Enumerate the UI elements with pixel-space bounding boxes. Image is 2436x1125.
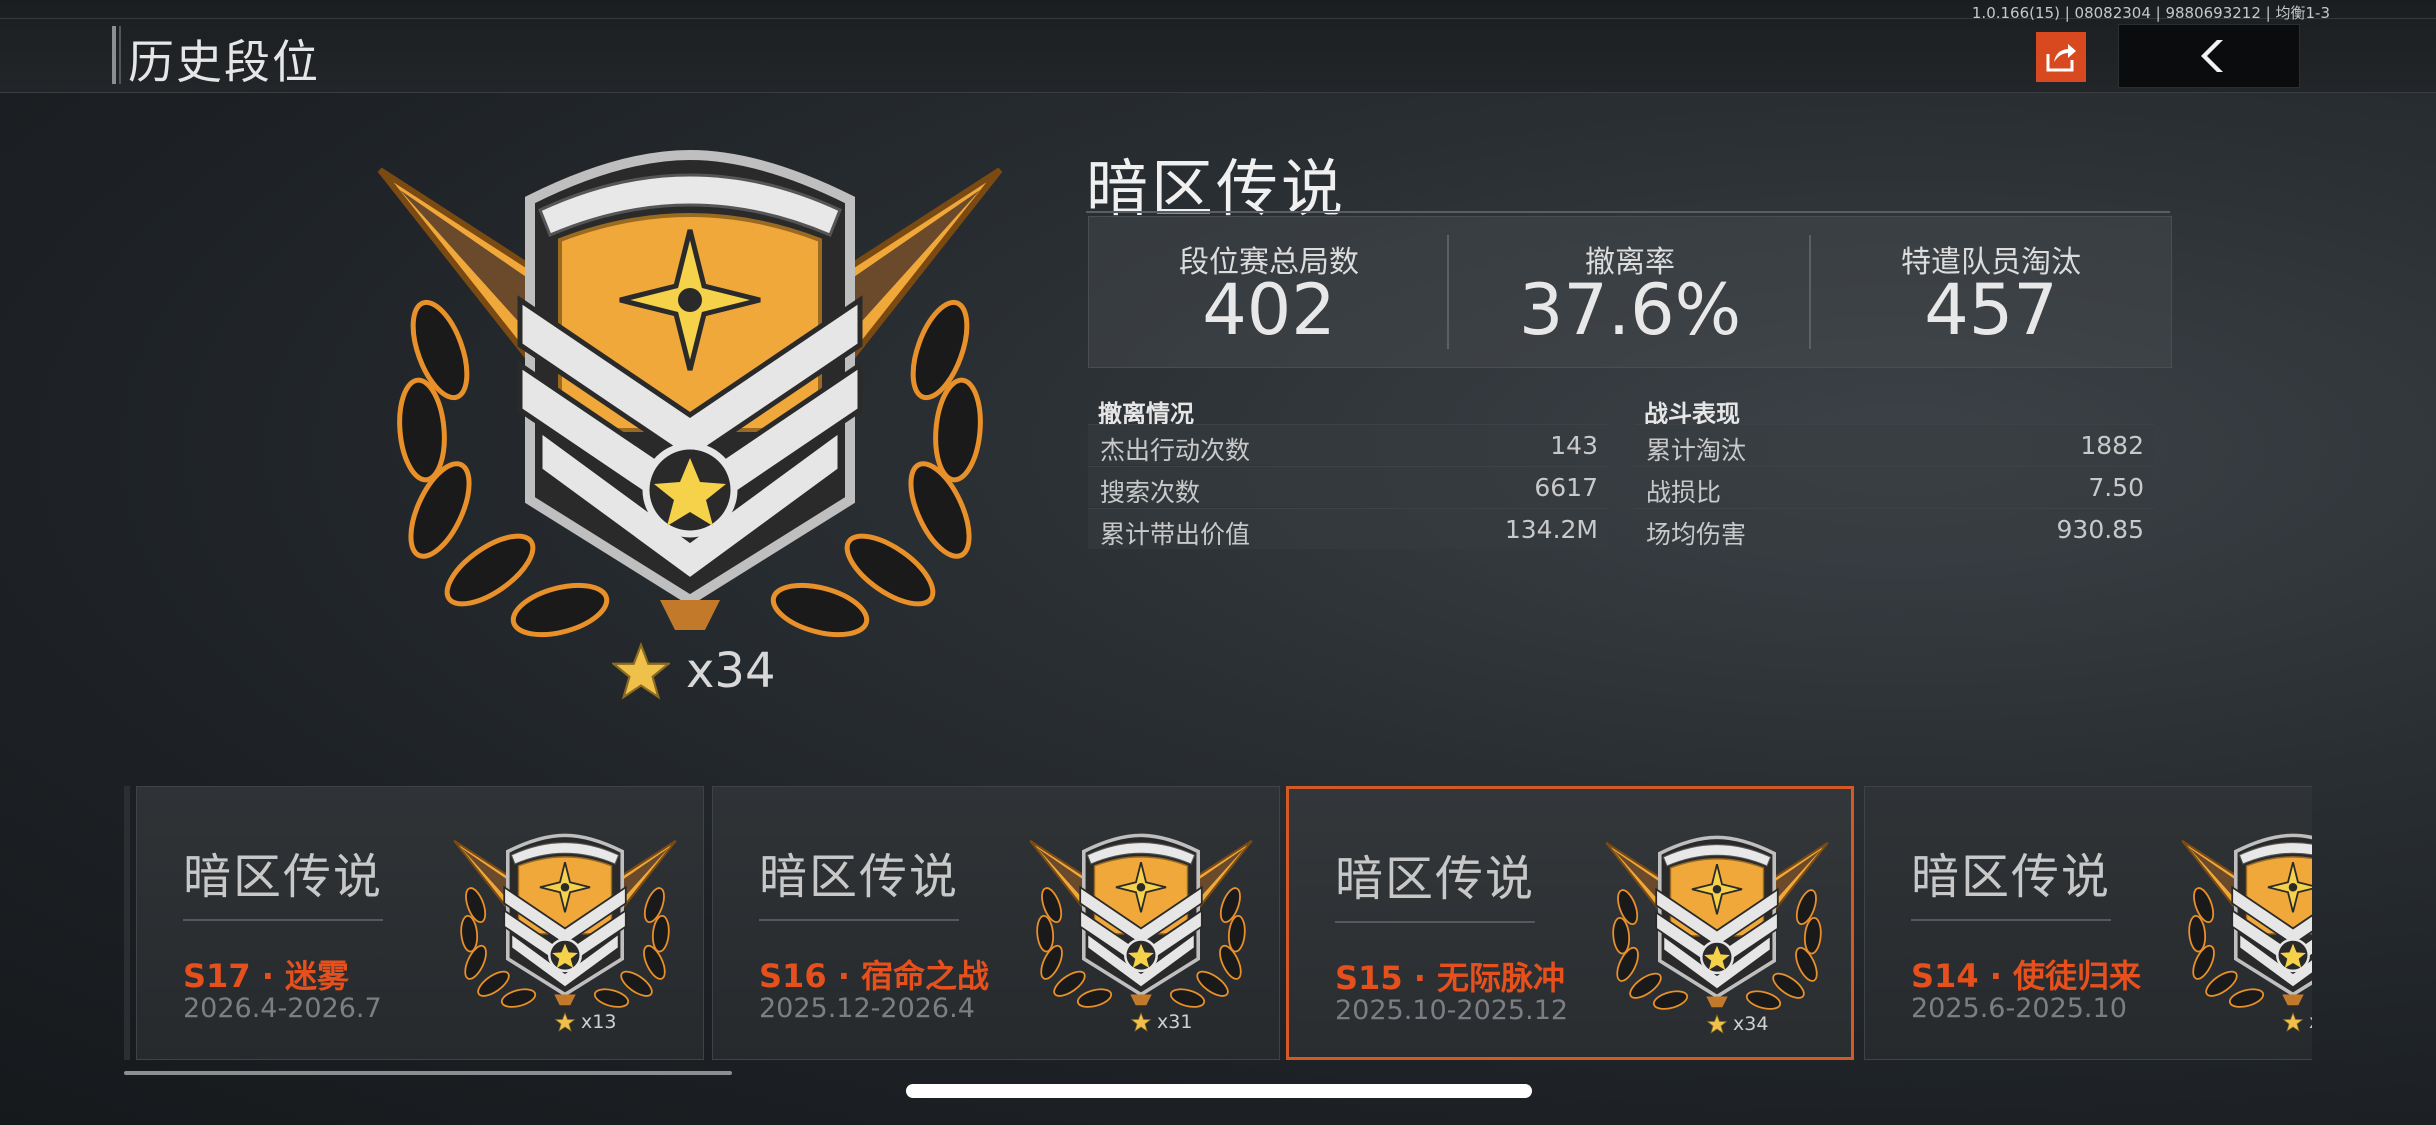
stat-operative-kills: 特遣队员淘汰 457 — [1811, 217, 2171, 367]
row-value: 1882 — [2080, 431, 2144, 460]
season-card[interactable]: 暗区传说 S17 · 迷雾 2026.4-2026.7 x13 — [136, 786, 704, 1060]
star-count: x34 — [612, 642, 775, 700]
card-season: S17 · 迷雾 — [183, 957, 350, 995]
home-indicator[interactable] — [906, 1084, 1532, 1098]
card-divider — [1911, 919, 2111, 921]
stat-evac-rate: 撤离率 37.6% — [1450, 217, 1810, 367]
card-dates: 2025.10-2025.12 — [1335, 995, 1569, 1026]
summary-stats: 段位赛总局数 402 撤离率 37.6% 特遣队员淘汰 457 — [1088, 216, 2172, 368]
row-value: 6617 — [1534, 473, 1598, 502]
version-info: 1.0.166(15) | 08082304 | 9880693212 | 均衡… — [1971, 4, 2330, 22]
title-accent-bar-thin — [119, 26, 121, 84]
row-label: 累计淘汰 — [1646, 436, 1747, 465]
star-count-value: x34 — [686, 643, 776, 699]
rank-emblem — [360, 130, 1020, 670]
combat-row: 累计淘汰 1882 — [1634, 424, 2154, 465]
row-value: 143 — [1550, 431, 1598, 460]
card-dates: 2025.12-2026.4 — [759, 993, 975, 1024]
stat-divider — [1447, 235, 1449, 349]
card-season: S14 · 使徒归来 — [1911, 957, 2142, 995]
card-star-value: x — [2309, 1011, 2312, 1033]
season-card[interactable]: 暗区传说 S14 · 使徒归来 2025.6-2025.10 x — [1864, 786, 2312, 1060]
share-button[interactable] — [2036, 32, 2086, 82]
row-label: 搜索次数 — [1100, 478, 1201, 507]
card-rank-name: 暗区传说 — [183, 849, 384, 905]
back-button[interactable] — [2118, 24, 2300, 88]
row-label: 杰出行动次数 — [1100, 436, 1251, 465]
title-accent-bar — [112, 26, 116, 84]
combat-row: 战损比 7.50 — [1634, 466, 2154, 507]
row-label: 战损比 — [1646, 478, 1722, 507]
rank-divider — [1086, 211, 2170, 213]
page-title: 历史段位 — [128, 35, 320, 89]
evac-row: 搜索次数 6617 — [1088, 466, 1608, 507]
card-divider — [1335, 921, 1535, 923]
row-label: 场均伤害 — [1646, 520, 1747, 549]
card-season: S15 · 无际脉冲 — [1335, 959, 1566, 997]
chevron-left-icon — [2201, 40, 2223, 72]
card-rank-name: 暗区传说 — [759, 849, 960, 905]
card-divider — [183, 919, 383, 921]
star-icon — [1707, 1014, 1727, 1034]
card-emblem — [1023, 825, 1259, 1021]
card-star-value: x13 — [581, 1011, 617, 1033]
share-icon — [2046, 44, 2076, 72]
row-value: 7.50 — [2088, 473, 2144, 502]
card-star-value: x31 — [1157, 1011, 1193, 1033]
stat-total-matches: 段位赛总局数 402 — [1089, 217, 1449, 367]
row-label: 累计带出价值 — [1100, 520, 1251, 549]
season-list[interactable]: 暗区传说 S17 · 迷雾 2026.4-2026.7 x13 暗区传说 S16… — [124, 786, 2312, 1062]
evac-row: 杰出行动次数 143 — [1088, 424, 1608, 465]
star-icon — [612, 642, 670, 700]
card-emblem — [1599, 827, 1835, 1023]
card-emblem — [447, 825, 683, 1021]
card-star-count: x34 — [1707, 1013, 1768, 1035]
top-bar: 历史段位 1.0.166(15) | 08082304 | 9880693212… — [0, 0, 2436, 93]
rank-name: 暗区传说 — [1086, 152, 1347, 225]
card-star-count: x13 — [555, 1011, 616, 1033]
evac-row: 累计带出价值 134.2M — [1088, 508, 1608, 549]
combat-row: 场均伤害 930.85 — [1634, 508, 2154, 549]
stat-value: 402 — [1202, 269, 1336, 351]
star-icon — [2283, 1012, 2303, 1032]
card-dates: 2025.6-2025.10 — [1911, 993, 2127, 1024]
season-card-selected[interactable]: 暗区传说 S15 · 无际脉冲 2025.10-2025.12 x34 — [1286, 786, 1854, 1060]
card-rank-name: 暗区传说 — [1335, 851, 1536, 907]
season-card[interactable]: 暗区传说 S16 · 宿命之战 2025.12-2026.4 x31 — [712, 786, 1280, 1060]
card-rank-name: 暗区传说 — [1911, 849, 2112, 905]
row-value: 134.2M — [1504, 515, 1598, 544]
stat-value: 37.6% — [1518, 269, 1742, 351]
row-value: 930.85 — [2056, 515, 2144, 544]
card-divider — [759, 919, 959, 921]
card-star-value: x34 — [1733, 1013, 1769, 1035]
star-icon — [555, 1012, 575, 1032]
horizontal-scrollbar[interactable] — [124, 1071, 732, 1075]
card-star-count: x — [2283, 1011, 2312, 1033]
stat-value: 457 — [1924, 269, 2058, 351]
star-icon — [1131, 1012, 1151, 1032]
card-emblem — [2175, 825, 2312, 1021]
card-season: S16 · 宿命之战 — [759, 957, 990, 995]
card-dates: 2026.4-2026.7 — [183, 993, 382, 1024]
card-star-count: x31 — [1131, 1011, 1192, 1033]
